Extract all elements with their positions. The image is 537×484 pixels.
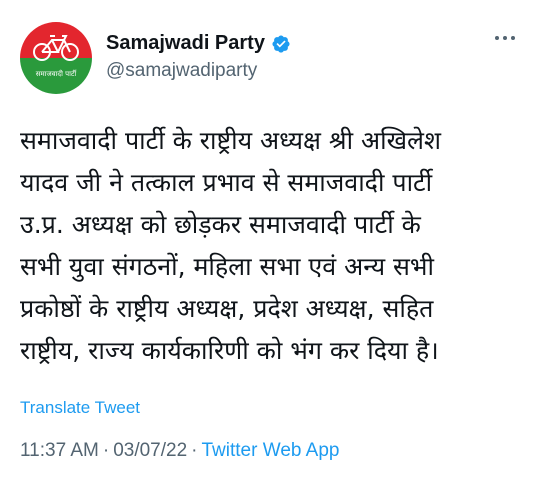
avatar[interactable]: समाजवादी पार्टी	[20, 22, 92, 94]
tweet-text-line: उ.प्र. अध्यक्ष को छोड़कर समाजवादी पार्टी…	[20, 210, 421, 239]
tweet-date[interactable]: 03/07/22	[113, 440, 187, 462]
tweet-text: समाजवादी पार्टी के राष्ट्रीय अध्यक्ष श्र…	[20, 120, 525, 372]
tweet-metadata: 11:37 AM · 03/07/22 · Twitter Web App	[20, 440, 340, 462]
tweet-source-link[interactable]: Twitter Web App	[202, 440, 340, 462]
tweet-text-line: प्रकोष्ठों के राष्ट्रीय अध्यक्ष, प्रदेश …	[20, 294, 434, 323]
author-display-name[interactable]: Samajwadi Party	[106, 32, 265, 55]
separator-dot: ·	[191, 440, 198, 461]
separator-dot: ·	[102, 440, 110, 461]
ellipsis-icon	[495, 36, 499, 40]
tweet-time[interactable]: 11:37 AM	[20, 440, 99, 462]
samajwadi-party-logo: समाजवादी पार्टी	[20, 22, 92, 94]
tweet-text-line: समाजवादी पार्टी के राष्ट्रीय अध्यक्ष श्र…	[20, 126, 441, 155]
author-handle[interactable]: @samajwadiparty	[106, 60, 257, 82]
more-options-button[interactable]	[495, 36, 515, 40]
author-name-row: Samajwadi Party	[106, 32, 291, 55]
tweet-text-line: यादव जी ने तत्काल प्रभाव से समाजवादी पार…	[20, 168, 433, 197]
tweet-text-line: राष्ट्रीय, राज्य कार्यकारिणी को भंग कर द…	[20, 336, 439, 365]
tweet-card: समाजवादी पार्टी Samajwadi Party @samajwa…	[0, 0, 537, 484]
verified-badge-icon	[272, 34, 290, 53]
translate-tweet-link[interactable]: Translate Tweet	[20, 398, 140, 418]
tweet-text-line: सभी युवा संगठनों, महिला सभा एवं अन्य सभी	[20, 252, 434, 281]
svg-text:समाजवादी पार्टी: समाजवादी पार्टी	[36, 69, 78, 78]
ellipsis-icon	[503, 36, 507, 40]
ellipsis-icon	[511, 36, 515, 40]
